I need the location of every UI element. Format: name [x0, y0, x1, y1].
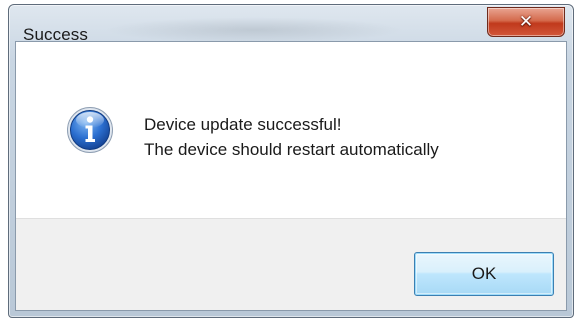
- button-bar: OK: [16, 218, 566, 310]
- message-line-2: The device should restart automatically: [144, 140, 439, 159]
- info-icon: [67, 107, 113, 153]
- dialog-window: Success ✕ Device update successful! The …: [8, 4, 574, 318]
- close-button[interactable]: ✕: [487, 7, 565, 37]
- message-text: Device update successful! The device sho…: [144, 112, 439, 162]
- close-icon: ✕: [518, 11, 534, 32]
- message-line-1: Device update successful!: [144, 115, 342, 134]
- dialog-client-area: Device update successful! The device sho…: [15, 41, 567, 311]
- message-area: Device update successful! The device sho…: [16, 42, 566, 218]
- ok-button[interactable]: OK: [414, 252, 554, 296]
